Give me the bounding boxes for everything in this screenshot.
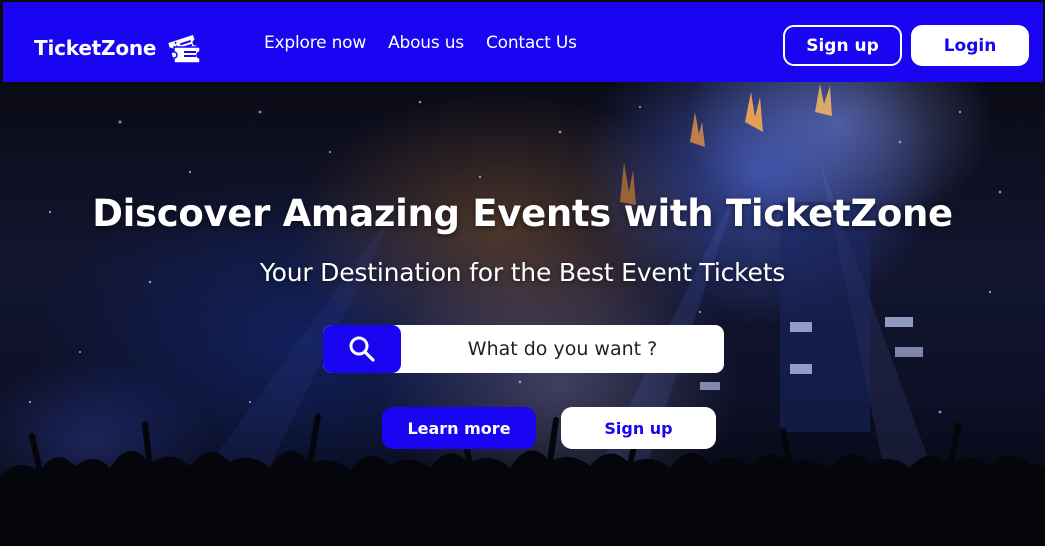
search-bar [323,325,724,373]
hero-title: Discover Amazing Events with TicketZone [92,192,953,235]
search-button[interactable] [323,325,401,373]
search-input[interactable] [401,325,724,373]
nav-links: Explore now Abous us Contact Us [264,33,577,53]
nav-signup-button[interactable]: Sign up [783,25,902,66]
hero-section: Discover Amazing Events with TicketZone … [0,82,1045,546]
brand-logo[interactable]: TicketZone [34,32,206,64]
search-icon [349,336,375,362]
nav-link-explore[interactable]: Explore now [264,33,366,53]
learn-more-button[interactable]: Learn more [382,407,536,449]
nav-login-button[interactable]: Login [911,25,1029,66]
hero-subtitle: Your Destination for the Best Event Tick… [259,258,786,287]
hero-signup-button[interactable]: Sign up [561,407,716,449]
navbar: TicketZone Explore now Abous us Contact … [0,0,1045,82]
nav-link-about[interactable]: Abous us [388,33,464,53]
brand-name: TicketZone [34,36,157,60]
ticket-icon [168,34,202,64]
nav-link-contact[interactable]: Contact Us [486,33,577,53]
